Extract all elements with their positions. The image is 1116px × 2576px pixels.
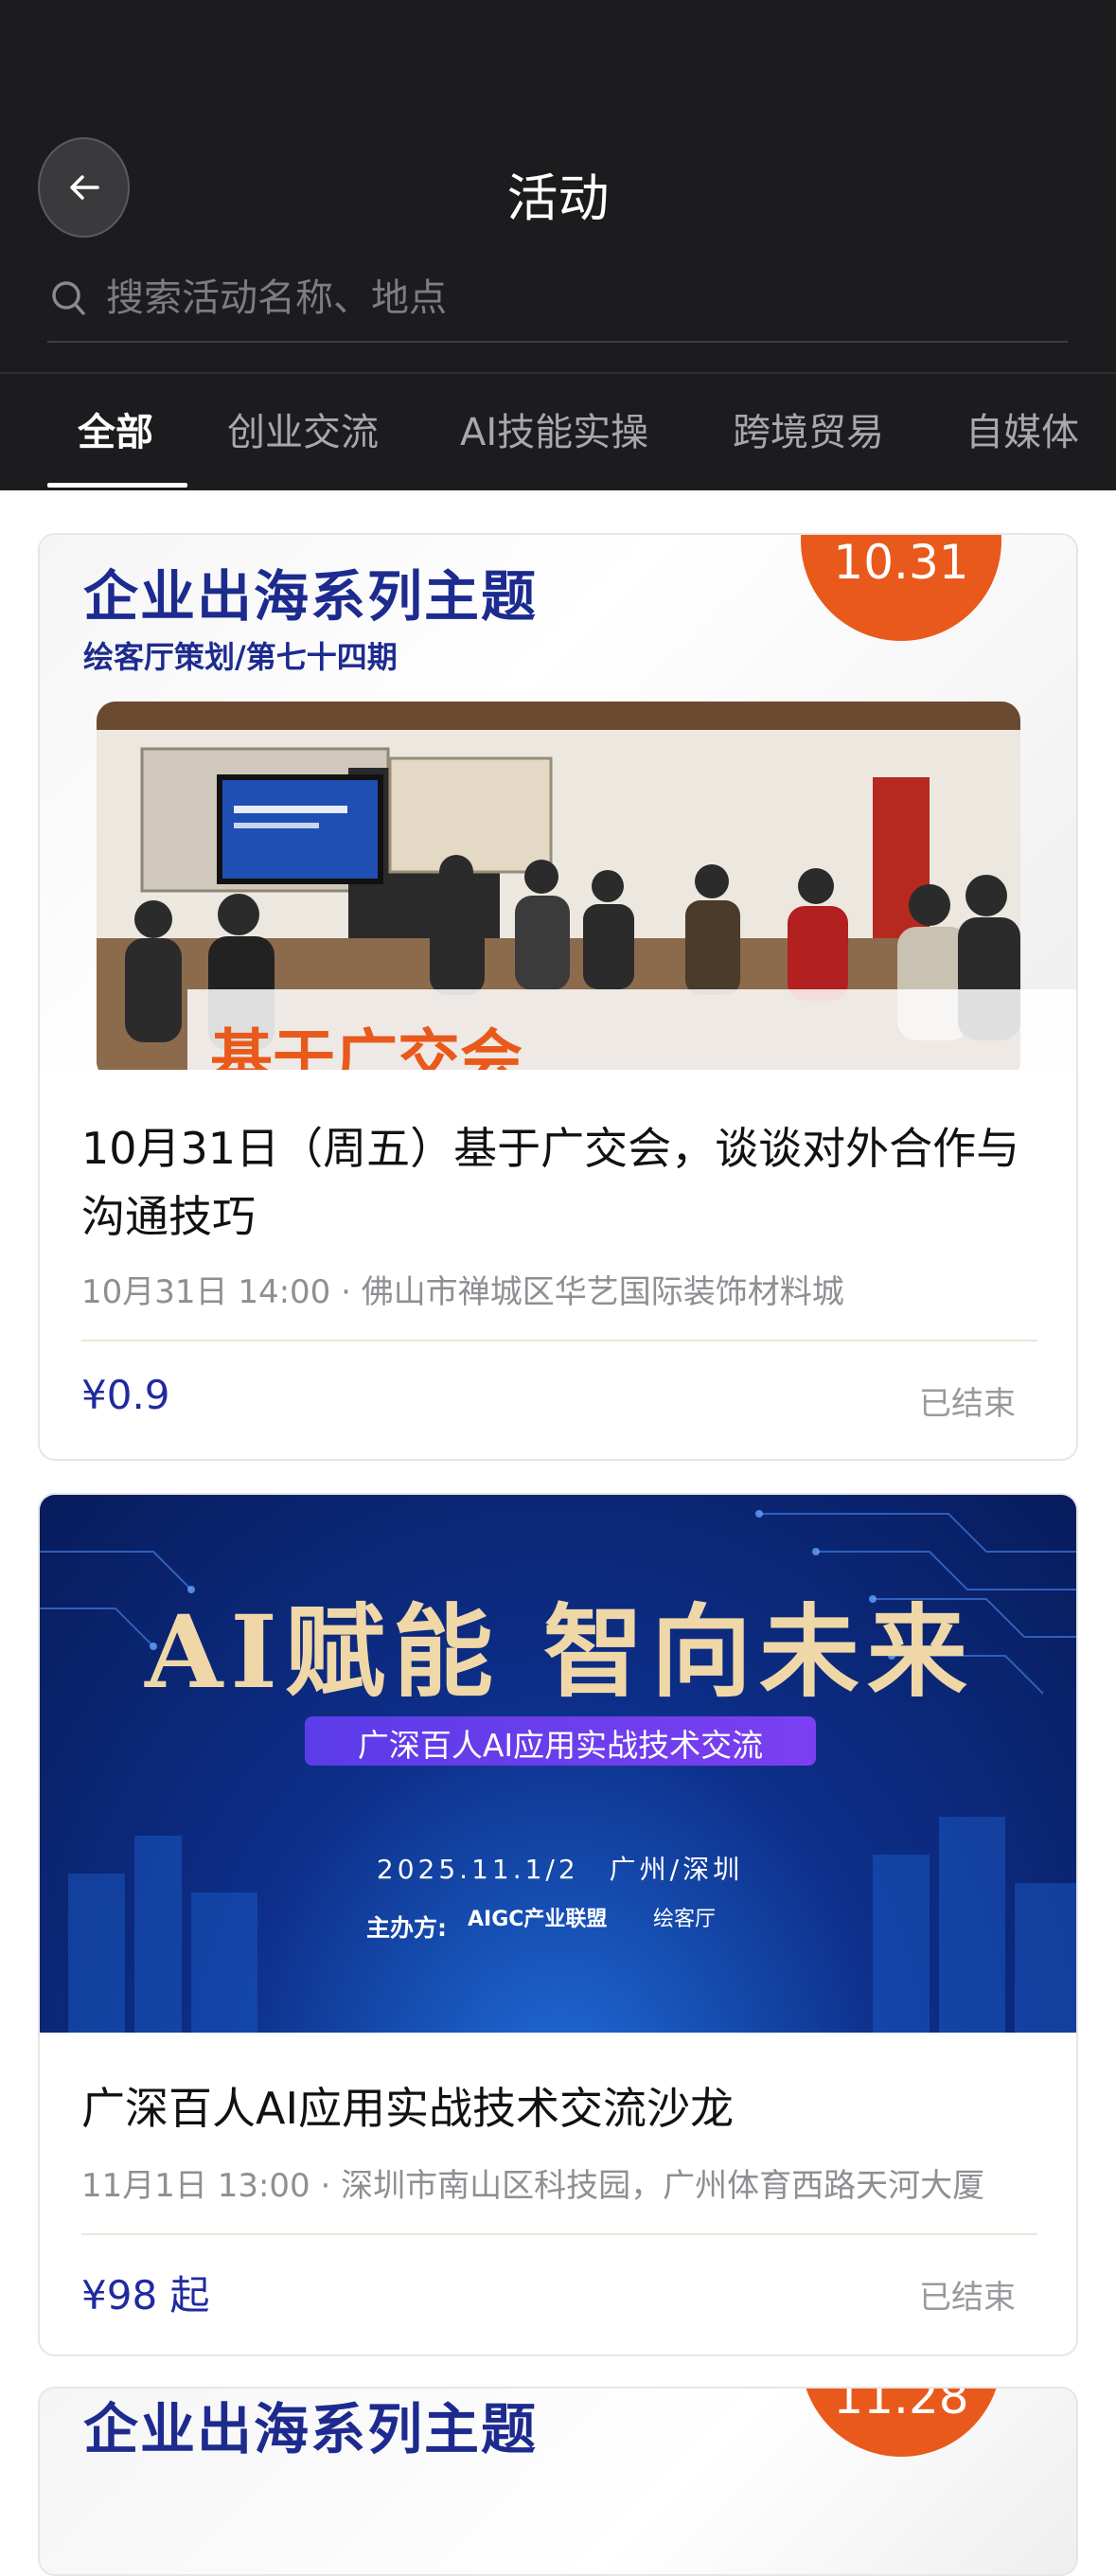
card-divider (81, 2233, 1037, 2235)
banner-heading: 企业出海系列主题 (83, 564, 539, 629)
event-meta: 11月1日 13:00 · 深圳市南山区科技园，广州体育西路天河大厦 (81, 2167, 985, 2205)
category-tabs: 全部 创业交流 AI技能实操 跨境贸易 自媒体 (0, 375, 1116, 490)
tab-ai-skills[interactable]: AI技能实操 (460, 401, 648, 456)
event-meta: 10月31日 14:00 · 佛山市禅城区华艺国际装饰材料城 (81, 1273, 844, 1311)
date-badge-text: 10.31 (833, 535, 969, 590)
huiketing-logo: 绘客厅 (653, 1908, 717, 1931)
event-card[interactable]: 企业出海系列主题 绘客厅策划/第七十四期 10.31 基于广交会 10月31日（… (38, 533, 1078, 1461)
search-input[interactable] (106, 276, 958, 320)
banner-heading: 企业出海系列主题 (83, 2397, 539, 2461)
event-card[interactable]: AI赋能 智向未来 广深百人AI应用实战技术交流 2025.11.1/2 广州/… (38, 1493, 1078, 2356)
tab-self-media[interactable]: 自媒体 (965, 401, 1079, 456)
event-price: ¥98 起 (81, 2272, 210, 2318)
event-card[interactable]: 11.28 企业出海系列主题 (38, 2387, 1078, 2576)
header-divider (0, 372, 1116, 374)
event-price: ¥0.9 (81, 1372, 170, 1418)
event-banner[interactable]: AI赋能 智向未来 广深百人AI应用实战技术交流 2025.11.1/2 广州/… (40, 1495, 1076, 2033)
banner-subheading: 绘客厅策划/第七十四期 (83, 639, 398, 675)
card-divider (81, 1340, 1037, 1341)
top-header: 活动 全部 创业交流 AI技能实操 跨境贸易 自媒体 (0, 0, 1116, 490)
event-banner[interactable]: 企业出海系列主题 绘客厅策划/第七十四期 10.31 基于广交会 (40, 535, 1076, 1070)
search-bar[interactable] (47, 256, 1068, 343)
banner-date-location: 2025.11.1/2 广州/深圳 (376, 1854, 744, 1885)
event-title[interactable]: 10月31日（周五）基于广交会，谈谈对外合作与沟通技巧 (81, 1114, 1047, 1251)
event-banner[interactable]: 11.28 企业出海系列主题 (40, 2389, 1076, 2574)
event-status: 已结束 (919, 2279, 1016, 2317)
event-status: 已结束 (919, 1385, 1016, 1423)
active-tab-indicator (47, 483, 187, 488)
tab-startup[interactable]: 创业交流 (227, 401, 379, 456)
page-title: 活动 (506, 169, 610, 228)
tab-all[interactable]: 全部 (78, 401, 153, 456)
date-badge-text: 11.28 (833, 2389, 969, 2425)
aigc-logo: AIGC产业联盟 (468, 1908, 608, 1931)
search-icon (52, 281, 85, 315)
banner-organizer-label: 主办方: (366, 1914, 447, 1942)
tab-cross-border[interactable]: 跨境贸易 (733, 401, 884, 456)
banner-topic: 基于广交会 (210, 1022, 523, 1070)
banner-pill-text: 广深百人AI应用实战技术交流 (357, 1727, 764, 1764)
event-title[interactable]: 广深百人AI应用实战技术交流沙龙 (81, 2074, 1047, 2142)
banner-heading: AI赋能 智向未来 (145, 1592, 975, 1711)
